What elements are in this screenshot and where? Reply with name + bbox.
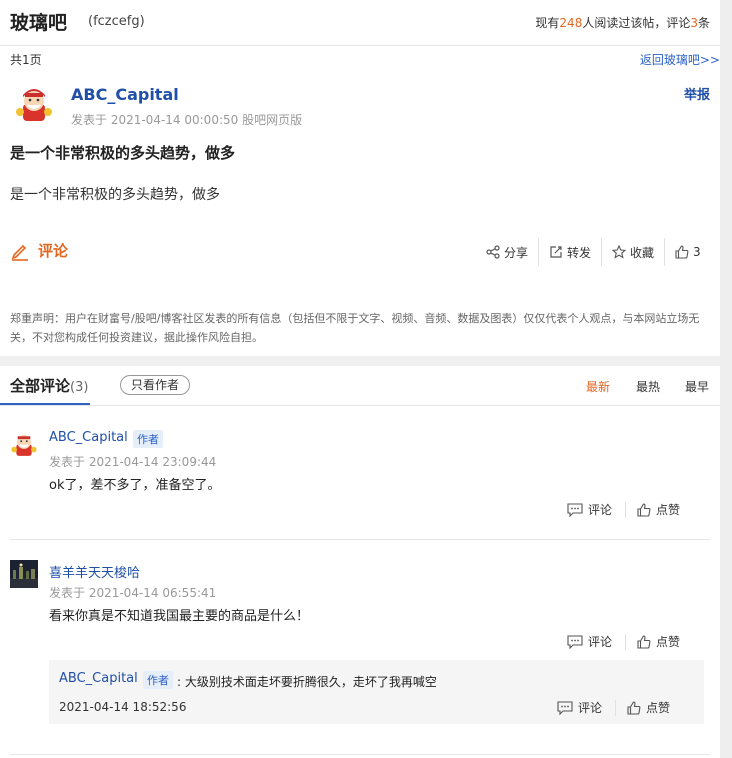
star-icon [612, 245, 627, 259]
reply-label: 评论 [578, 701, 603, 715]
stats-prefix: 现有 [535, 16, 560, 30]
reply-reply-button[interactable]: 评论 [557, 699, 602, 716]
comments-header: 全部评论(3) 只看作者 最新 最热 最早 [0, 366, 720, 406]
reply-label: 评论 [588, 503, 613, 517]
reply-like-button[interactable]: 点赞 [627, 699, 670, 716]
comment-like-button[interactable]: 点赞 [637, 501, 680, 518]
forward-button[interactable]: 转发 [539, 238, 603, 266]
write-comment-label: 评论 [38, 242, 69, 260]
post-stats: 现有248人阅读过该帖，评论3条 [535, 14, 710, 31]
comment-author[interactable]: 喜羊羊天天梭哈 [49, 562, 140, 581]
comment-avatar[interactable] [10, 430, 38, 458]
forward-label: 转发 [567, 245, 592, 260]
comment-avatar[interactable] [10, 560, 38, 588]
post-actions: 分享 转发 收藏 3 [476, 238, 711, 266]
reply-text: : 大级别技术面走坏要折腾很久，走坏了我再喊空 [177, 675, 437, 689]
comment-bubble-icon [567, 502, 583, 517]
section-gap [0, 356, 720, 366]
reply-author[interactable]: ABC_Capital [59, 671, 138, 686]
page-scroll-gutter [720, 0, 732, 758]
author-badge: 作者 [133, 430, 163, 448]
author-badge: 作者 [143, 671, 173, 689]
post-title: 是一个非常积极的多头趋势，做多 [10, 144, 236, 162]
author-only-toggle[interactable]: 只看作者 [120, 375, 190, 395]
action-separator [615, 700, 616, 716]
comment-divider [10, 754, 710, 755]
forward-icon [550, 246, 562, 258]
comment-author[interactable]: ABC_Capital [49, 430, 128, 445]
reply-button[interactable]: 评论 [567, 501, 612, 518]
write-comment-button[interactable]: 评论 [10, 240, 68, 261]
thumbs-up-icon [675, 245, 689, 259]
thumbs-up-icon [637, 502, 651, 517]
pencil-icon [11, 244, 28, 261]
like-label: 点赞 [656, 503, 681, 517]
action-separator [625, 634, 626, 650]
thumbs-up-icon [637, 634, 651, 649]
like-count: 3 [693, 245, 701, 259]
active-tab-indicator [0, 403, 90, 405]
bar-header: 玻璃吧 (fczcefg) 现有248人阅读过该帖，评论3条 [0, 0, 720, 46]
favorite-label: 收藏 [630, 245, 655, 260]
post-meta: 发表于 2021-04-14 00:00:50 股吧网页版 [71, 113, 303, 127]
comment-count: 3 [690, 16, 698, 30]
sort-newest[interactable]: 最新 [586, 378, 610, 395]
stats-mid: 人阅读过该帖，评论 [582, 16, 691, 30]
comment-like-button[interactable]: 点赞 [637, 633, 680, 650]
post-body: 是一个非常积极的多头趋势，做多 [10, 187, 220, 203]
all-comments-count: (3) [70, 380, 89, 395]
comment-text: ok了，差不多了，准备空了。 [49, 478, 221, 493]
comment-divider [10, 539, 710, 540]
comment-bubble-icon [567, 634, 583, 649]
reply-time: 2021-04-14 18:52:56 [59, 700, 187, 714]
author-avatar[interactable] [14, 84, 54, 124]
like-label: 点赞 [656, 635, 681, 649]
bar-code: (fczcefg) [88, 14, 145, 29]
disclaimer: 郑重声明：用户在财富号/股吧/博客社区发表的所有信息（包括但不限于文字、视频、音… [10, 312, 700, 344]
sort-earliest[interactable]: 最早 [685, 378, 709, 395]
comment-time: 发表于 2021-04-14 23:09:44 [49, 455, 217, 469]
all-comments-label: 全部评论 [10, 377, 71, 395]
comment-bubble-icon [557, 700, 573, 715]
post-author[interactable]: ABC_Capital [71, 85, 179, 104]
comment-text: 看来你真是不知道我国最主要的商品是什么！ [49, 609, 310, 624]
thumbs-up-icon [627, 700, 641, 715]
back-to-bar-link[interactable]: 返回玻璃吧>> [640, 51, 720, 68]
report-button[interactable]: 举报 [684, 84, 710, 103]
share-button[interactable]: 分享 [476, 238, 540, 266]
comment-time: 发表于 2021-04-14 06:55:41 [49, 586, 217, 600]
like-button[interactable]: 3 [665, 238, 711, 266]
nested-reply [49, 660, 704, 724]
bar-name[interactable]: 玻璃吧 [10, 8, 67, 35]
page-count: 共1页 [10, 53, 42, 67]
reader-count: 248 [559, 16, 583, 30]
tab-all-comments[interactable]: 全部评论(3) [10, 375, 88, 396]
like-label: 点赞 [646, 701, 671, 715]
reply-label: 评论 [588, 635, 613, 649]
favorite-button[interactable]: 收藏 [602, 238, 666, 266]
action-separator [625, 502, 626, 518]
share-icon [486, 245, 500, 259]
reply-button[interactable]: 评论 [567, 633, 612, 650]
sort-hottest[interactable]: 最热 [636, 378, 660, 395]
stats-suffix: 条 [697, 16, 710, 30]
share-label: 分享 [504, 245, 529, 260]
